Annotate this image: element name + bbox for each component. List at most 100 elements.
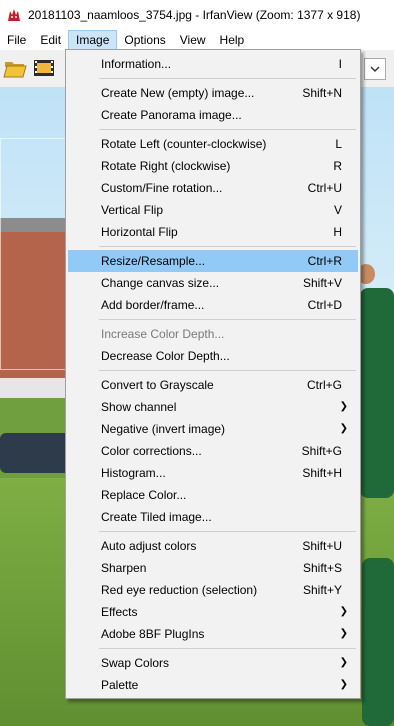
window-title: 20181103_naamloos_3754.jpg - IrfanView (…	[28, 8, 361, 22]
menu-separator	[99, 78, 356, 79]
photo-player-legs	[362, 558, 394, 726]
menu-item-label: Color corrections...	[101, 444, 202, 458]
menu-item-label: Convert to Grayscale	[101, 378, 214, 392]
menu-file[interactable]: File	[0, 30, 33, 50]
menu-item-label: Create Panorama image...	[101, 108, 242, 122]
title-bar: 20181103_naamloos_3754.jpg - IrfanView (…	[0, 0, 394, 30]
menu-item-label: Red eye reduction (selection)	[101, 583, 258, 597]
menu-item-horizontal-flip[interactable]: Horizontal Flip H	[68, 221, 358, 243]
menu-edit[interactable]: Edit	[33, 30, 68, 50]
menu-item-information[interactable]: Information... I	[68, 53, 358, 75]
menu-item-label: Rotate Left (counter-clockwise)	[101, 137, 267, 151]
menu-item-decrease-color-depth[interactable]: Decrease Color Depth...	[68, 345, 358, 367]
menu-separator	[99, 648, 356, 649]
menu-item-label: Increase Color Depth...	[101, 327, 225, 341]
menu-item-label: Histogram...	[101, 466, 166, 480]
menu-item-increase-color-depth: Increase Color Depth...	[68, 323, 358, 345]
menu-item-shortcut: Shift+G	[301, 444, 342, 458]
menu-separator	[99, 319, 356, 320]
menu-item-palette[interactable]: Palette ❯	[68, 674, 358, 696]
submenu-arrow-icon: ❯	[339, 657, 348, 668]
menu-item-auto-adjust-colors[interactable]: Auto adjust colors Shift+U	[68, 535, 358, 557]
menu-item-shortcut: Shift+N	[302, 86, 342, 100]
image-menu-dropdown: Information... I Create New (empty) image.…	[65, 49, 361, 699]
menu-item-shortcut: H	[333, 225, 342, 239]
menu-item-create-panorama-image[interactable]: Create Panorama image...	[68, 104, 358, 126]
submenu-arrow-icon: ❯	[339, 401, 348, 412]
menu-item-negative-invert-image[interactable]: Negative (invert image) ❯	[68, 418, 358, 440]
menu-item-shortcut: Shift+U	[302, 539, 342, 553]
menu-separator	[99, 370, 356, 371]
menu-item-label: Sharpen	[101, 561, 147, 575]
menu-item-label: Custom/Fine rotation...	[101, 181, 223, 195]
menu-help[interactable]: Help	[213, 30, 252, 50]
menu-item-color-corrections[interactable]: Color corrections... Shift+G	[68, 440, 358, 462]
photo-car	[0, 433, 70, 473]
menu-options[interactable]: Options	[117, 30, 172, 50]
menu-item-shortcut: Shift+V	[302, 276, 342, 290]
menu-item-swap-colors[interactable]: Swap Colors ❯	[68, 652, 358, 674]
menu-item-shortcut: L	[335, 137, 342, 151]
menu-item-shortcut: Shift+Y	[302, 583, 342, 597]
photo-player-body	[360, 288, 394, 498]
menu-item-label: Decrease Color Depth...	[101, 349, 230, 363]
menu-item-label: Rotate Right (clockwise)	[101, 159, 231, 173]
menu-item-label: Effects	[101, 605, 138, 619]
chevron-down-icon	[370, 66, 380, 72]
submenu-arrow-icon: ❯	[339, 423, 348, 434]
menu-item-adobe-8bf-plugins[interactable]: Adobe 8BF PlugIns ❯	[68, 623, 358, 645]
menu-item-shortcut: Shift+H	[302, 466, 342, 480]
menu-item-vertical-flip[interactable]: Vertical Flip V	[68, 199, 358, 221]
menu-item-label: Replace Color...	[101, 488, 187, 502]
submenu-arrow-icon: ❯	[339, 679, 348, 690]
folder-open-icon[interactable]	[3, 56, 27, 80]
menu-bar: File Edit Image Options View Help	[0, 30, 394, 50]
toolbar-dropdown[interactable]	[364, 58, 386, 80]
menu-item-create-tiled-image[interactable]: Create Tiled image...	[68, 506, 358, 528]
menu-item-rotate-right-clockwise[interactable]: Rotate Right (clockwise) R	[68, 155, 358, 177]
menu-item-shortcut: Shift+S	[302, 561, 342, 575]
menu-item-shortcut: Ctrl+R	[307, 254, 342, 268]
menu-item-convert-to-grayscale[interactable]: Convert to Grayscale Ctrl+G	[68, 374, 358, 396]
submenu-arrow-icon: ❯	[339, 606, 348, 617]
menu-item-resize-resample[interactable]: Resize/Resample... Ctrl+R	[68, 250, 358, 272]
menu-view[interactable]: View	[173, 30, 213, 50]
menu-item-label: Auto adjust colors	[101, 539, 197, 553]
menu-item-label: Add border/frame...	[101, 298, 205, 312]
menu-separator	[99, 531, 356, 532]
menu-item-change-canvas-size[interactable]: Change canvas size... Shift+V	[68, 272, 358, 294]
menu-image[interactable]: Image	[68, 30, 118, 50]
menu-item-label: Adobe 8BF PlugIns	[101, 627, 205, 641]
irfanview-cat-icon	[8, 9, 20, 21]
menu-item-label: Change canvas size...	[101, 276, 220, 290]
menu-item-shortcut: Ctrl+D	[307, 298, 342, 312]
filmstrip-icon[interactable]	[32, 56, 56, 80]
menu-item-shortcut: I	[338, 57, 342, 71]
submenu-arrow-icon: ❯	[339, 628, 348, 639]
menu-item-shortcut: Ctrl+U	[307, 181, 342, 195]
menu-item-red-eye-reduction-selection[interactable]: Red eye reduction (selection) Shift+Y	[68, 579, 358, 601]
menu-item-label: Create New (empty) image...	[101, 86, 255, 100]
menu-item-histogram[interactable]: Histogram... Shift+H	[68, 462, 358, 484]
menu-item-label: Vertical Flip	[101, 203, 164, 217]
menu-item-label: Resize/Resample...	[101, 254, 206, 268]
menu-item-shortcut: V	[333, 203, 342, 217]
menu-item-label: Palette	[101, 678, 139, 692]
menu-item-add-border-frame[interactable]: Add border/frame... Ctrl+D	[68, 294, 358, 316]
menu-item-create-new-empty-image[interactable]: Create New (empty) image... Shift+N	[68, 82, 358, 104]
menu-item-sharpen[interactable]: Sharpen Shift+S	[68, 557, 358, 579]
menu-item-label: Information...	[101, 57, 172, 71]
menu-separator	[99, 129, 356, 130]
menu-item-custom-fine-rotation[interactable]: Custom/Fine rotation... Ctrl+U	[68, 177, 358, 199]
menu-item-label: Negative (invert image)	[101, 422, 226, 436]
menu-item-label: Show channel	[101, 400, 177, 414]
menu-item-label: Horizontal Flip	[101, 225, 178, 239]
menu-item-show-channel[interactable]: Show channel ❯	[68, 396, 358, 418]
menu-item-replace-color[interactable]: Replace Color...	[68, 484, 358, 506]
menu-item-shortcut: R	[333, 159, 342, 173]
menu-item-rotate-left-counter-clockwise[interactable]: Rotate Left (counter-clockwise) L	[68, 133, 358, 155]
menu-item-shortcut: Ctrl+G	[306, 378, 342, 392]
photo-goal-net	[0, 138, 72, 370]
menu-item-effects[interactable]: Effects ❯	[68, 601, 358, 623]
menu-item-label: Create Tiled image...	[101, 510, 212, 524]
